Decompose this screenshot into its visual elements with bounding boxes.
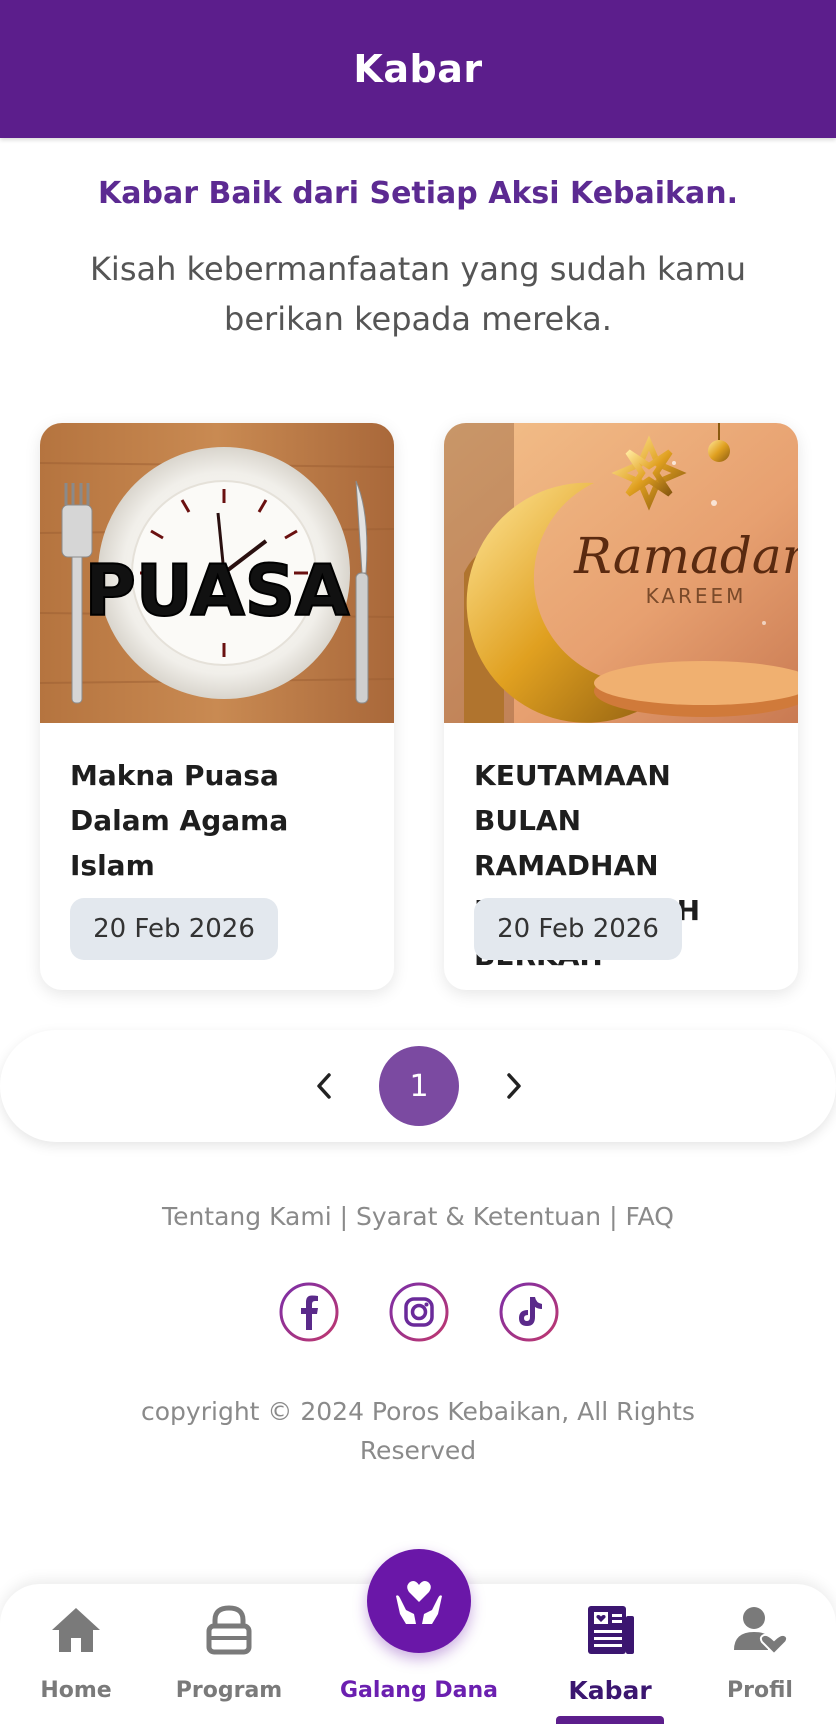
article-date-badge: 20 Feb 2026 (474, 898, 682, 960)
image-caption-ramadan: Ramadan (573, 527, 798, 585)
link-separator: | (609, 1202, 618, 1231)
top-app-bar: Kabar (0, 0, 836, 138)
user-heart-icon (734, 1607, 788, 1656)
pagination: 1 (0, 1030, 836, 1142)
nav-kabar[interactable]: Kabar (560, 1584, 660, 1724)
social-links (0, 1282, 836, 1342)
article-card[interactable]: Ramadan KAREEM KEUTAMAAN BULAN RAMADHAN … (444, 423, 798, 990)
chevron-right-icon (507, 1073, 521, 1099)
home-icon (52, 1608, 100, 1652)
about-link[interactable]: Tentang Kami (162, 1202, 332, 1231)
footer-links: Tentang Kami | Syarat & Ketentuan | FAQ (0, 1202, 836, 1231)
newspaper-icon (588, 1606, 634, 1654)
image-caption-kareem: KAREEM (646, 584, 747, 608)
link-separator: | (339, 1202, 349, 1231)
donation-box-icon (206, 1605, 252, 1655)
article-thumbnail-puasa: PUASA (40, 423, 394, 723)
chevron-left-icon (317, 1073, 331, 1099)
active-tab-indicator (556, 1716, 664, 1724)
nav-home-label: Home (40, 1678, 112, 1703)
nav-home[interactable]: Home (36, 1584, 116, 1724)
hands-heart-icon (396, 1581, 442, 1624)
tiktok-icon[interactable] (499, 1282, 559, 1342)
instagram-icon[interactable] (389, 1282, 449, 1342)
nav-program[interactable]: Program (174, 1584, 284, 1724)
article-date-badge: 20 Feb 2026 (70, 898, 278, 960)
next-page-button[interactable] (494, 1066, 534, 1106)
galang-dana-fab[interactable] (367, 1549, 471, 1653)
copyright-text: copyright © 2024 Poros Kebaikan, All Rig… (141, 1397, 695, 1465)
image-caption-puasa: PUASA (85, 550, 350, 632)
terms-link[interactable]: Syarat & Ketentuan (356, 1202, 601, 1231)
facebook-icon[interactable] (279, 1282, 339, 1342)
article-title[interactable]: Makna Puasa Dalam Agama Islam (70, 753, 370, 888)
nav-program-label: Program (175, 1678, 283, 1703)
previous-page-button[interactable] (304, 1066, 344, 1106)
article-card[interactable]: PUASA Makna Puasa Dalam Agama Islam 20 F… (40, 423, 394, 990)
section-subtitle: Kisah kebermanfaatan yang sudah kamu ber… (89, 250, 747, 338)
article-thumbnail-ramadan: Ramadan KAREEM (444, 423, 798, 723)
nav-profil[interactable]: Profil (720, 1584, 800, 1724)
page-number-button[interactable]: 1 (379, 1046, 459, 1126)
section-headline: Kabar Baik dari Setiap Aksi Kebaikan. (98, 176, 738, 211)
nav-galang-dana-label: Galang Dana (340, 1678, 498, 1703)
page-title: Kabar (353, 47, 483, 91)
nav-kabar-label: Kabar (568, 1676, 652, 1705)
nav-profil-label: Profil (727, 1678, 793, 1703)
faq-link[interactable]: FAQ (626, 1202, 674, 1231)
